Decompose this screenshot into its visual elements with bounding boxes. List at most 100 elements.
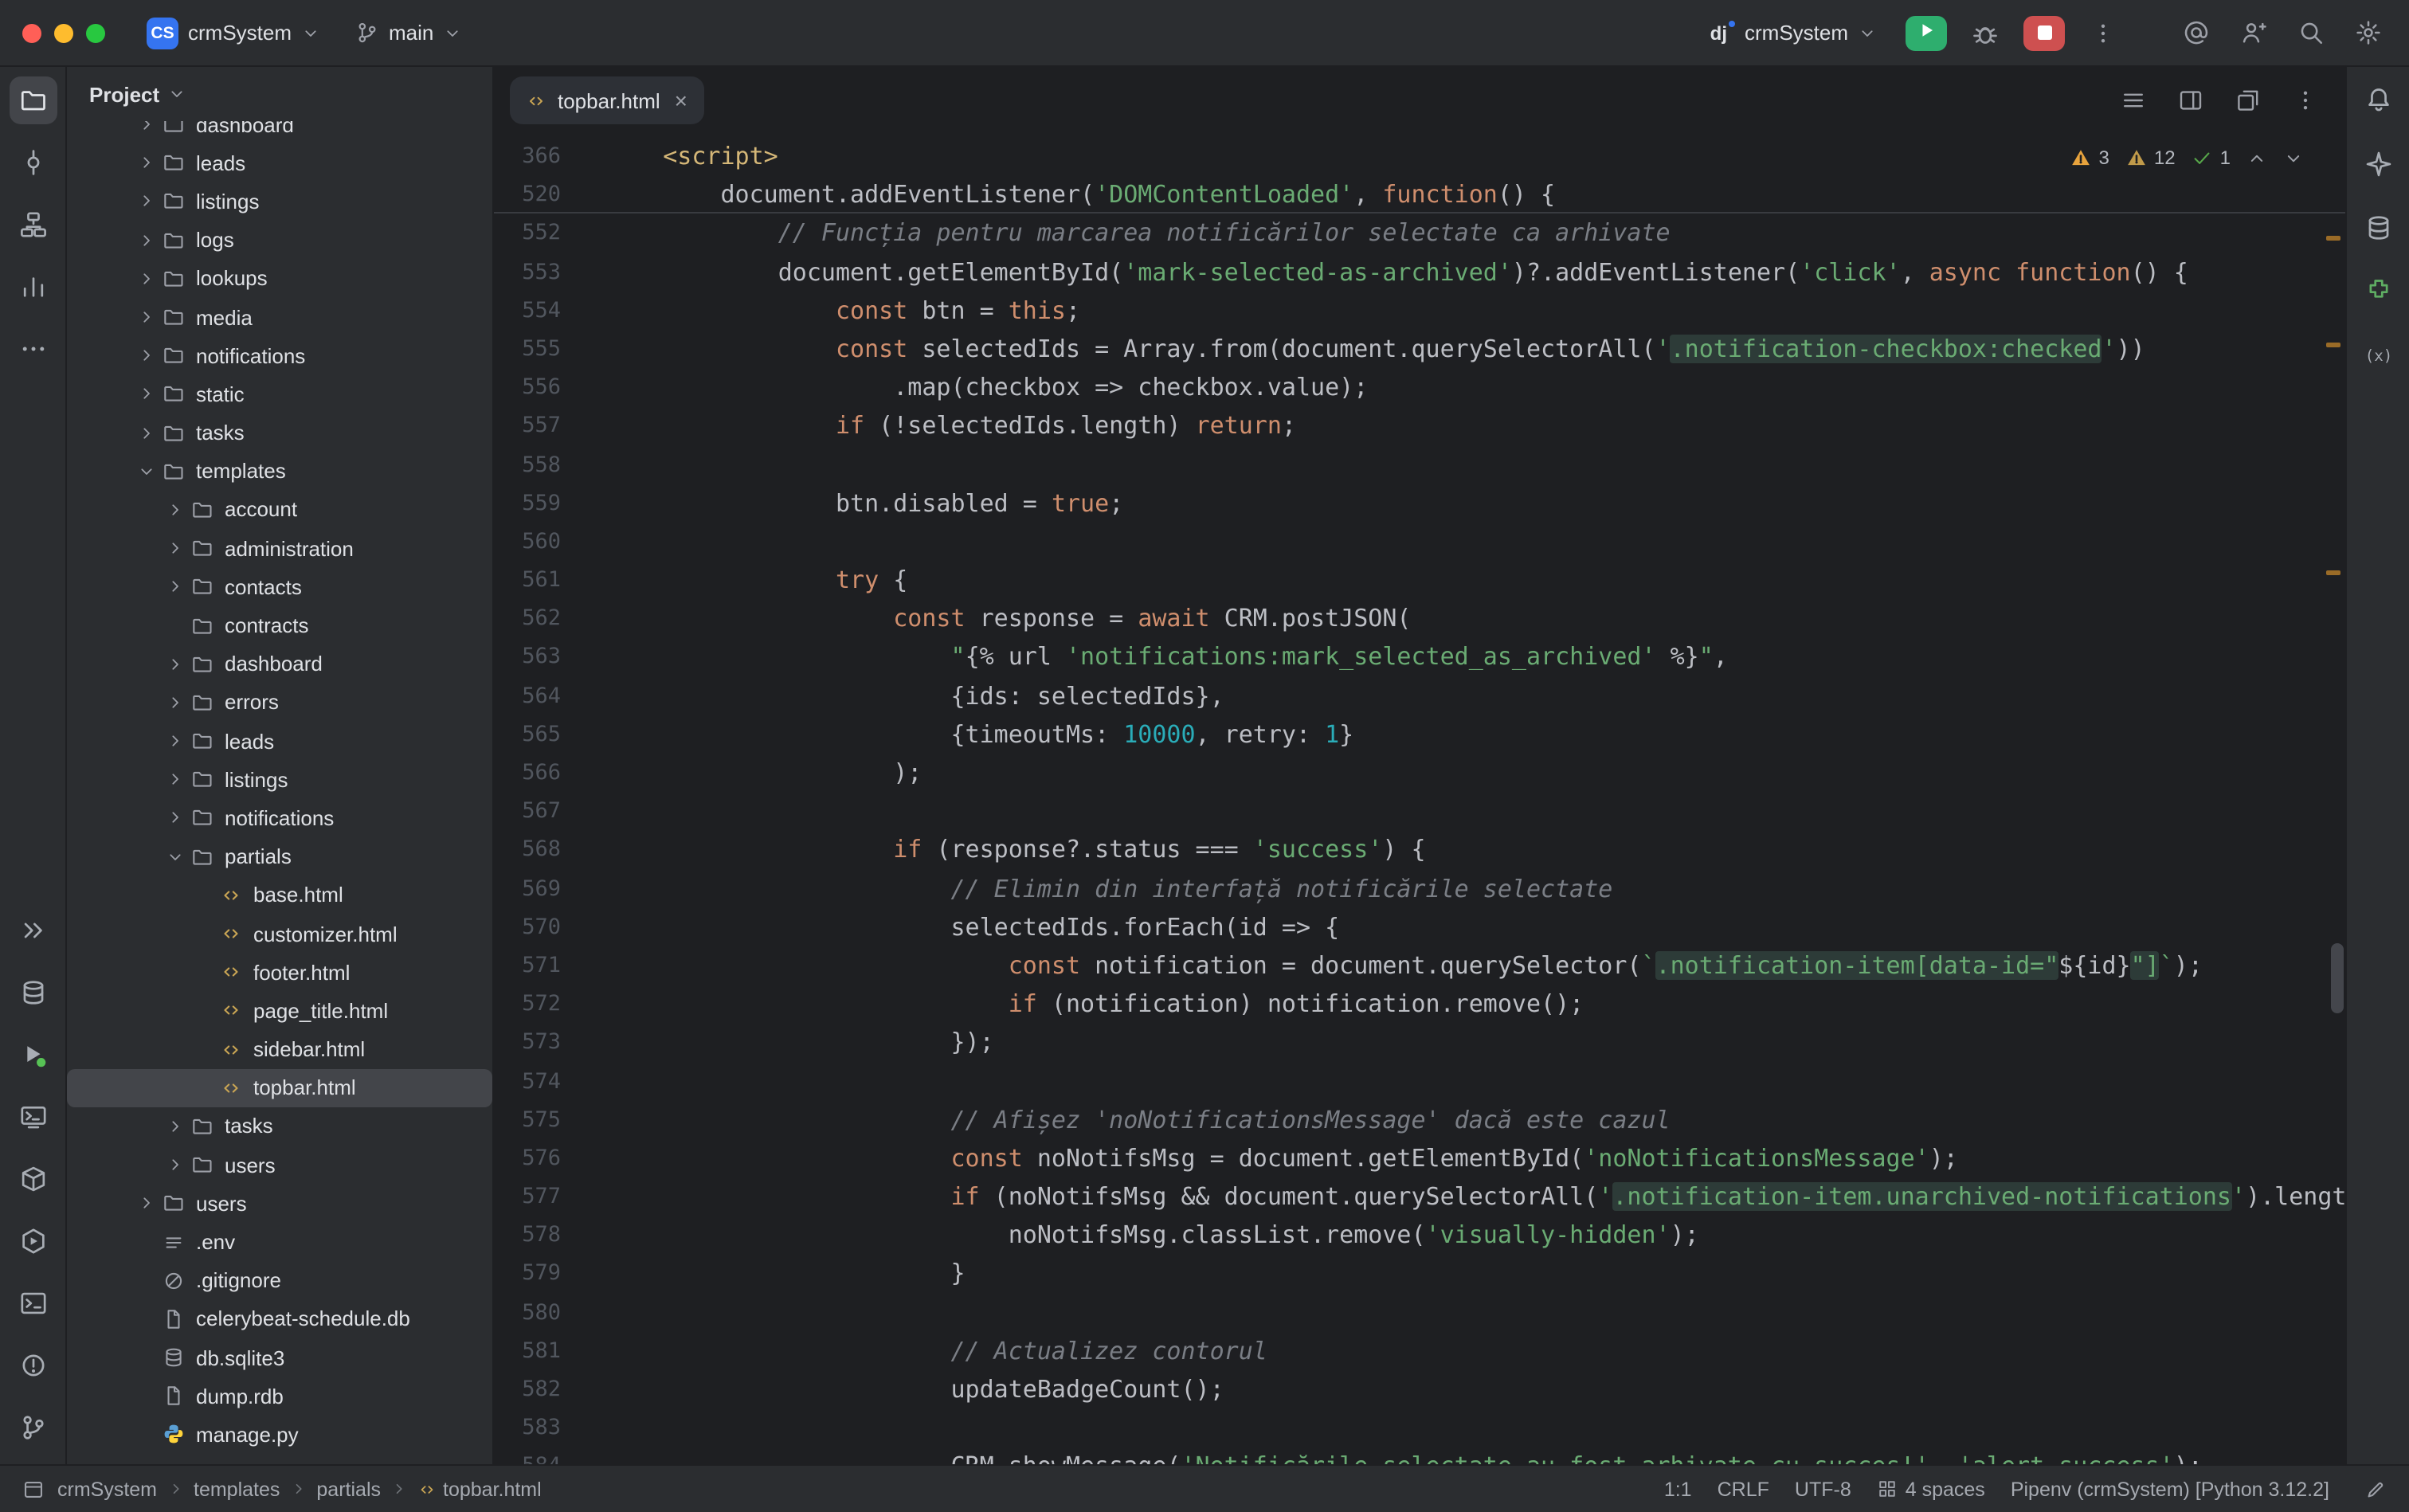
tab-topbar-html[interactable]: topbar.html × [510, 76, 703, 124]
tree-item-account[interactable]: account [67, 491, 492, 529]
code-line-557[interactable]: 557 if (!selectedIds.length) return; [494, 407, 2345, 445]
code-line-576[interactable]: 576 const noNotifsMsg = document.getElem… [494, 1139, 2345, 1177]
warning-stripe-mark[interactable] [2326, 236, 2340, 241]
run-options-kebab[interactable] [2084, 14, 2122, 52]
tree-item-base.html[interactable]: base.html [67, 876, 492, 915]
line-number[interactable]: 520 [494, 175, 561, 212]
line-number[interactable]: 561 [494, 561, 561, 599]
chevron-right-icon[interactable] [163, 693, 188, 712]
close-tab-button[interactable]: × [675, 88, 687, 113]
run-button[interactable] [1906, 15, 1947, 50]
line-number[interactable]: 366 [494, 137, 561, 175]
chevron-right-icon[interactable] [163, 1117, 188, 1136]
next-problem-button[interactable] [2283, 147, 2304, 168]
line-number[interactable]: 563 [494, 638, 561, 676]
code-line-559[interactable]: 559 btn.disabled = true; [494, 484, 2345, 522]
weak-warnings-count[interactable]: 12 [2125, 147, 2176, 169]
code-line-577[interactable]: 577 if (noNotifsMsg && document.querySel… [494, 1177, 2345, 1216]
chevron-right-icon[interactable] [163, 500, 188, 519]
code-line-571[interactable]: 571 const notification = document.queryS… [494, 946, 2345, 985]
code-line-366[interactable]: 366 <script> [494, 137, 2345, 175]
code-line-562[interactable]: 562 const response = await CRM.postJSON( [494, 600, 2345, 638]
line-number[interactable]: 562 [494, 600, 561, 638]
line-number[interactable]: 568 [494, 831, 561, 869]
chevron-right-icon[interactable] [134, 230, 159, 249]
chevron-down-icon[interactable] [134, 462, 159, 481]
code-line-582[interactable]: 582 updateBadgeCount(); [494, 1370, 2345, 1408]
editor-options-button[interactable] [2288, 83, 2323, 118]
tree-item-errors[interactable]: errors [67, 684, 492, 722]
branch-selector[interactable]: main [346, 14, 472, 51]
terminal-button[interactable] [9, 1279, 57, 1327]
tree-item-notifications[interactable]: notifications [67, 336, 492, 374]
code-line-573[interactable]: 573 }); [494, 1024, 2345, 1062]
code-line-565[interactable]: 565 {timeoutMs: 10000, retry: 1} [494, 715, 2345, 754]
settings-button[interactable] [2348, 14, 2387, 52]
write-access-icon[interactable] [2364, 1478, 2387, 1500]
passed-count[interactable]: 1 [2192, 147, 2231, 169]
indent-style[interactable]: 4 spaces [1877, 1478, 1985, 1500]
tree-item-contacts[interactable]: contacts [67, 568, 492, 606]
code-line-563[interactable]: 563 "{% url 'notifications:mark_selected… [494, 638, 2345, 676]
code-line-575[interactable]: 575 // Afișez 'noNotificationsMessage' d… [494, 1100, 2345, 1138]
chevron-right-icon[interactable] [163, 1155, 188, 1174]
line-number[interactable]: 580 [494, 1293, 561, 1331]
minimize-window-button[interactable] [54, 23, 73, 42]
tree-item-customizer.html[interactable]: customizer.html [67, 915, 492, 953]
python-interpreter[interactable]: Pipenv (crmSystem) [Python 3.12.2] [2011, 1478, 2329, 1500]
tree-item-db.sqlite3[interactable]: db.sqlite3 [67, 1338, 492, 1377]
code-line-581[interactable]: 581 // Actualizez contorul [494, 1332, 2345, 1370]
line-number[interactable]: 578 [494, 1216, 561, 1255]
code-line-579[interactable]: 579 } [494, 1255, 2345, 1293]
tree-item-.env[interactable]: .env [67, 1223, 492, 1261]
editor-list-button[interactable] [2116, 83, 2151, 118]
cursor-position[interactable]: 1:1 [1664, 1478, 1692, 1500]
chevron-right-icon[interactable] [134, 423, 159, 442]
line-number[interactable]: 555 [494, 330, 561, 368]
line-number[interactable]: 565 [494, 715, 561, 754]
code-line-564[interactable]: 564 {ids: selectedIds}, [494, 676, 2345, 715]
line-number[interactable]: 552 [494, 214, 561, 253]
chevron-right-icon[interactable] [163, 539, 188, 558]
line-number[interactable]: 582 [494, 1370, 561, 1408]
line-number[interactable]: 553 [494, 253, 561, 291]
line-number[interactable]: 556 [494, 368, 561, 406]
line-number[interactable]: 571 [494, 946, 561, 985]
code-line-566[interactable]: 566 ); [494, 754, 2345, 792]
chevron-right-icon[interactable] [134, 385, 159, 404]
code-line-569[interactable]: 569 // Elimin din interfață notificările… [494, 869, 2345, 907]
tree-item-page_title.html[interactable]: page_title.html [67, 992, 492, 1030]
ai-assistant-button[interactable] [2354, 140, 2402, 188]
chevron-right-icon[interactable] [163, 578, 188, 597]
breadcrumb-templates[interactable]: templates [194, 1478, 280, 1500]
tree-item-listings[interactable]: listings [67, 760, 492, 798]
tree-item-users[interactable]: users [67, 1146, 492, 1184]
code-line-556[interactable]: 556 .map(checkbox => checkbox.value); [494, 368, 2345, 406]
code-line-561[interactable]: 561 try { [494, 561, 2345, 599]
python-console-button[interactable] [9, 1093, 57, 1141]
chevron-right-icon[interactable] [163, 770, 188, 789]
python-packages-button[interactable] [9, 1155, 57, 1203]
code-line-583[interactable]: 583 [494, 1408, 2345, 1447]
split-editor-button[interactable] [2173, 83, 2208, 118]
line-number[interactable]: 581 [494, 1332, 561, 1370]
file-encoding[interactable]: UTF-8 [1795, 1478, 1851, 1500]
warning-stripe-mark[interactable] [2326, 343, 2340, 347]
tree-item-celerybeat-schedule.db[interactable]: celerybeat-schedule.db [67, 1300, 492, 1338]
run-config-selector[interactable]: dj crmSystem [1701, 14, 1886, 51]
code-with-me-button[interactable] [2234, 14, 2272, 52]
tree-item-leads[interactable]: leads [67, 722, 492, 760]
at-mentions-icon[interactable] [2176, 14, 2215, 52]
statistics-button[interactable] [9, 263, 57, 311]
line-number[interactable]: 566 [494, 754, 561, 792]
code-line-554[interactable]: 554 const btn = this; [494, 292, 2345, 330]
tree-item-partials[interactable]: partials [67, 837, 492, 875]
database-button[interactable] [9, 969, 57, 1016]
code-line-558[interactable]: 558 [494, 445, 2345, 484]
plugins-button[interactable] [2354, 268, 2402, 315]
previous-problem-button[interactable] [2246, 147, 2267, 168]
code-line-580[interactable]: 580 [494, 1293, 2345, 1331]
tree-item-topbar.html[interactable]: topbar.html [67, 1068, 492, 1107]
breadcrumb-partials[interactable]: partials [316, 1478, 381, 1500]
tree-item-static[interactable]: static [67, 375, 492, 413]
